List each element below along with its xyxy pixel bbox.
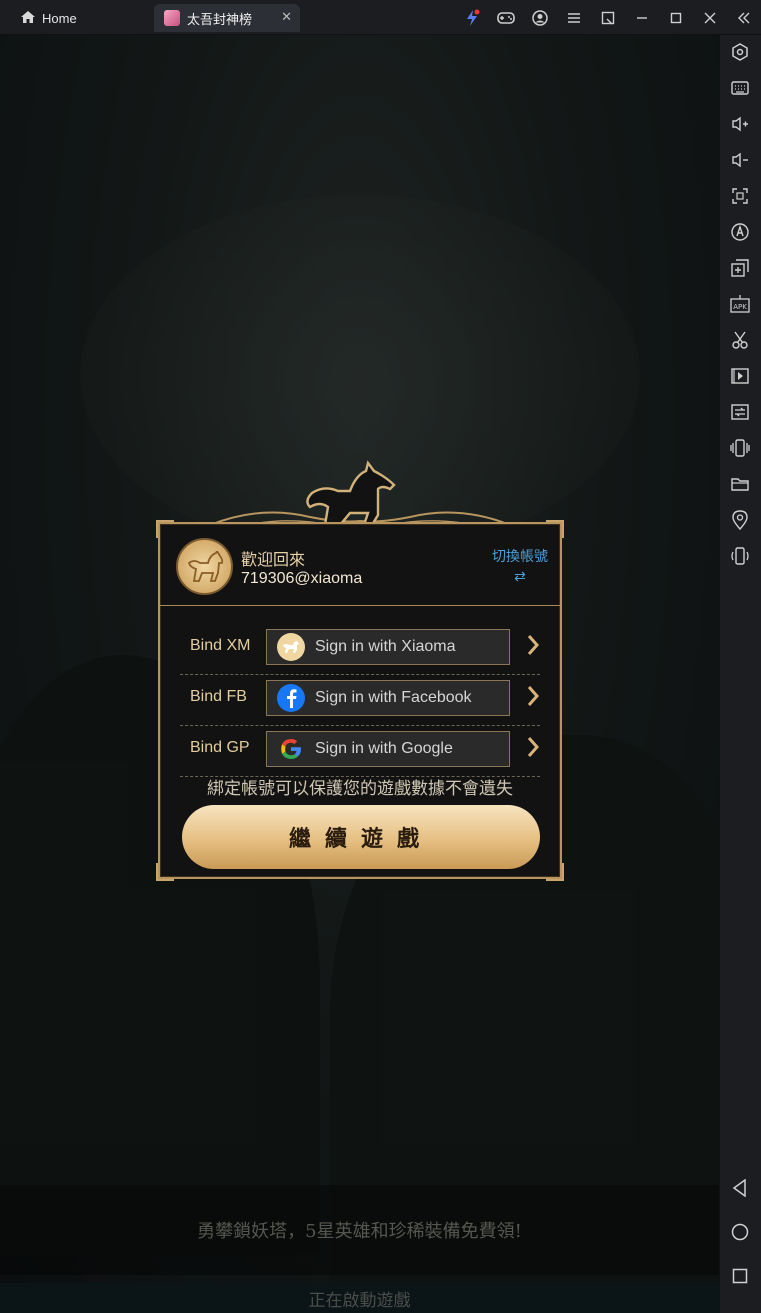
chevron-right-icon[interactable] [525,684,541,708]
auto-rotate-icon[interactable] [728,220,752,244]
collapse-icon[interactable] [727,0,761,35]
bind-xm-label: Bind XM [190,637,251,654]
switch-arrows-icon: ⇄ [514,568,526,584]
bind-gp-label: Bind GP [190,739,250,756]
tab-home-label: Home [42,10,77,26]
rotate-icon[interactable] [728,544,752,568]
tab-game-label: 太吾封神榜 [187,11,253,27]
switch-account-button[interactable]: 切換帳號 ⇄ [492,546,548,585]
multi-instance-icon[interactable] [728,256,752,280]
game-viewport[interactable]: 勇攀鎖妖塔，5星英雄和珍稀裝備免費領! 正在啟動遊戲 歡迎回來 719306@x… [0,35,719,1313]
folder-icon[interactable] [728,472,752,496]
bind-gp-row: Bind GP Sign in with Google [180,725,540,775]
apk-install-icon[interactable]: APK [728,292,752,316]
chevron-right-icon[interactable] [525,633,541,657]
shake-icon[interactable] [728,436,752,460]
bind-notice-text: 綁定帳號可以保護您的遊戲數據不會遺失 [207,779,513,798]
sign-in-google-label: Sign in with Google [315,740,453,757]
maximize-icon[interactable] [659,0,693,35]
svg-text:APK: APK [733,303,747,311]
fullscreen-icon[interactable] [728,184,752,208]
record-icon[interactable] [728,364,752,388]
facebook-logo-icon [277,684,305,712]
keyboard-icon[interactable] [728,76,752,100]
dialog-header: 歡迎回來 719306@xiaoma 切換帳號 ⇄ [160,524,560,606]
sign-in-xiaoma-button[interactable]: Sign in with Xiaoma [266,629,510,665]
back-icon[interactable] [728,1176,752,1200]
location-icon[interactable] [728,508,752,532]
horse-avatar-icon [187,550,223,582]
avatar [176,538,233,595]
google-logo-icon [277,735,305,763]
tab-game[interactable]: 太吾封神榜 ✕ [154,4,300,32]
settings-icon[interactable] [728,40,752,64]
account-id: 719306@xiaoma [241,570,363,587]
loading-status: 正在啟動遊戲 [0,1283,719,1313]
welcome-text: 歡迎回來 [241,552,306,569]
home-icon [20,9,36,28]
volume-down-icon[interactable] [728,148,752,172]
recents-square-icon[interactable] [728,1264,752,1288]
menu-icon[interactable] [557,0,591,35]
corner-ornament [546,863,564,881]
home-circle-icon[interactable] [728,1220,752,1244]
account-bind-dialog: 歡迎回來 719306@xiaoma 切換帳號 ⇄ Bind XM Sign i… [156,520,564,881]
sign-in-google-button[interactable]: Sign in with Google [266,731,510,767]
continue-game-button[interactable]: 繼續遊戲 [182,805,540,869]
sign-in-facebook-button[interactable]: Sign in with Facebook [266,680,510,716]
close-icon[interactable] [693,0,727,35]
tab-home[interactable]: Home [8,4,148,32]
bind-fb-label: Bind FB [190,688,247,705]
minimize-icon[interactable] [625,0,659,35]
volume-up-icon[interactable] [728,112,752,136]
game-app-icon [164,10,180,26]
emulator-sidebar: APK [719,35,761,1313]
sign-in-facebook-label: Sign in with Facebook [315,689,472,706]
boost-icon[interactable] [455,0,489,35]
xiaoma-logo-icon [277,633,305,661]
corner-ornament [156,863,174,881]
sign-in-xiaoma-label: Sign in with Xiaoma [315,638,456,655]
bind-xm-row: Bind XM Sign in with Xiaoma [180,623,540,673]
gamepad-icon[interactable] [489,0,523,35]
media-manager-icon[interactable] [728,400,752,424]
tab-close-icon[interactable]: ✕ [281,9,292,25]
popout-icon[interactable] [591,0,625,35]
account-icon[interactable] [523,0,557,35]
screenshot-scissors-icon[interactable] [728,328,752,352]
switch-account-label: 切換帳號 [492,548,548,564]
loading-tip: 勇攀鎖妖塔，5星英雄和珍稀裝備免費領! [0,1185,719,1275]
title-bar: Home 太吾封神榜 ✕ [0,0,761,35]
bind-fb-row: Bind FB Sign in with Facebook [180,674,540,724]
chevron-right-icon[interactable] [525,735,541,759]
